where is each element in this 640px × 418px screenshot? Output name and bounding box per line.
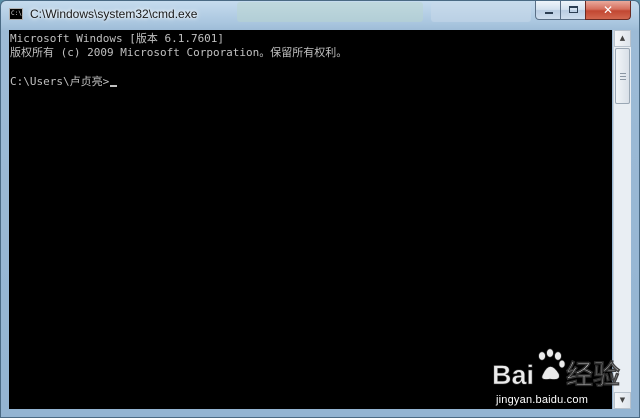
maximize-button[interactable] xyxy=(560,1,586,20)
up-arrow-icon: ▲ xyxy=(619,34,626,42)
text-cursor xyxy=(110,85,118,87)
baidu-jingyan-logo: Bai 经验 xyxy=(492,348,620,390)
title-bar[interactable]: C:\ C:\Windows\system32\cmd.exe ✕ xyxy=(1,1,639,29)
svg-text:Bai: Bai xyxy=(492,360,534,390)
minimize-icon xyxy=(545,12,553,14)
window-title: C:\Windows\system32\cmd.exe xyxy=(30,7,198,21)
grip-line xyxy=(620,73,626,74)
close-button[interactable]: ✕ xyxy=(585,1,631,20)
command-prompt: C:\Users\卢贞亮> xyxy=(10,75,110,88)
scroll-up-button[interactable]: ▲ xyxy=(614,30,631,47)
command-prompt-line: C:\Users\卢贞亮> xyxy=(10,75,118,89)
maximize-icon xyxy=(569,6,578,13)
grip-line xyxy=(620,79,626,80)
background-taskbar-tab xyxy=(237,2,423,22)
close-icon: ✕ xyxy=(602,3,614,17)
console-line: Microsoft Windows [版本 6.1.7601] xyxy=(10,32,225,45)
cmd-app-icon[interactable]: C:\ xyxy=(9,8,23,20)
svg-text:经验: 经验 xyxy=(566,359,620,390)
watermark-url: jingyan.baidu.com xyxy=(496,394,589,406)
scroll-thumb[interactable] xyxy=(615,48,630,104)
background-taskbar-tab xyxy=(431,2,531,22)
grip-line xyxy=(620,76,626,77)
console-line: 版权所有 (c) 2009 Microsoft Corporation。保留所有… xyxy=(10,46,348,59)
minimize-button[interactable] xyxy=(535,1,561,20)
baidu-jingyan-watermark: Bai 经验 jingyan.baidu.com xyxy=(490,348,636,414)
